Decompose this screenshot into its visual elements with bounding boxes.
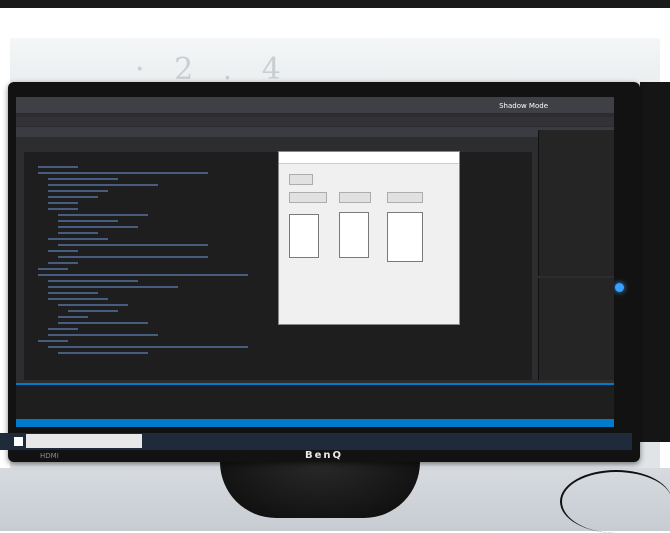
form-titlebar — [279, 152, 459, 164]
hdmi-label: HDMI — [40, 452, 59, 460]
windows-start-icon[interactable] — [14, 437, 23, 446]
form-listbox-2[interactable] — [339, 212, 369, 258]
monitor-screen: Shadow Mode — [16, 97, 614, 427]
adjacent-monitor — [640, 82, 670, 442]
top-black-strip — [0, 0, 670, 8]
taskbar-search-box[interactable] — [26, 434, 142, 448]
ide-menubar — [16, 117, 614, 126]
properties-panel — [538, 278, 614, 380]
shadow-mode-label: Shadow Mode — [499, 102, 548, 110]
form-button-4[interactable] — [387, 192, 423, 203]
blue-power-led-icon — [615, 283, 624, 292]
benq-logo: BenQ — [305, 450, 344, 461]
ide-toolbar — [16, 127, 614, 137]
running-form-window — [278, 151, 460, 325]
form-button-2[interactable] — [289, 192, 327, 203]
solution-explorer-panel — [538, 130, 614, 276]
form-button-3[interactable] — [339, 192, 371, 203]
ide-titlebar: Shadow Mode — [16, 97, 614, 113]
form-listbox-1[interactable] — [289, 214, 319, 258]
monitor-stand — [220, 462, 420, 518]
form-button-1[interactable] — [289, 174, 313, 185]
output-panel — [16, 383, 614, 421]
ide-statusbar — [16, 419, 614, 427]
cable — [560, 470, 670, 533]
form-listbox-3[interactable] — [387, 212, 423, 262]
